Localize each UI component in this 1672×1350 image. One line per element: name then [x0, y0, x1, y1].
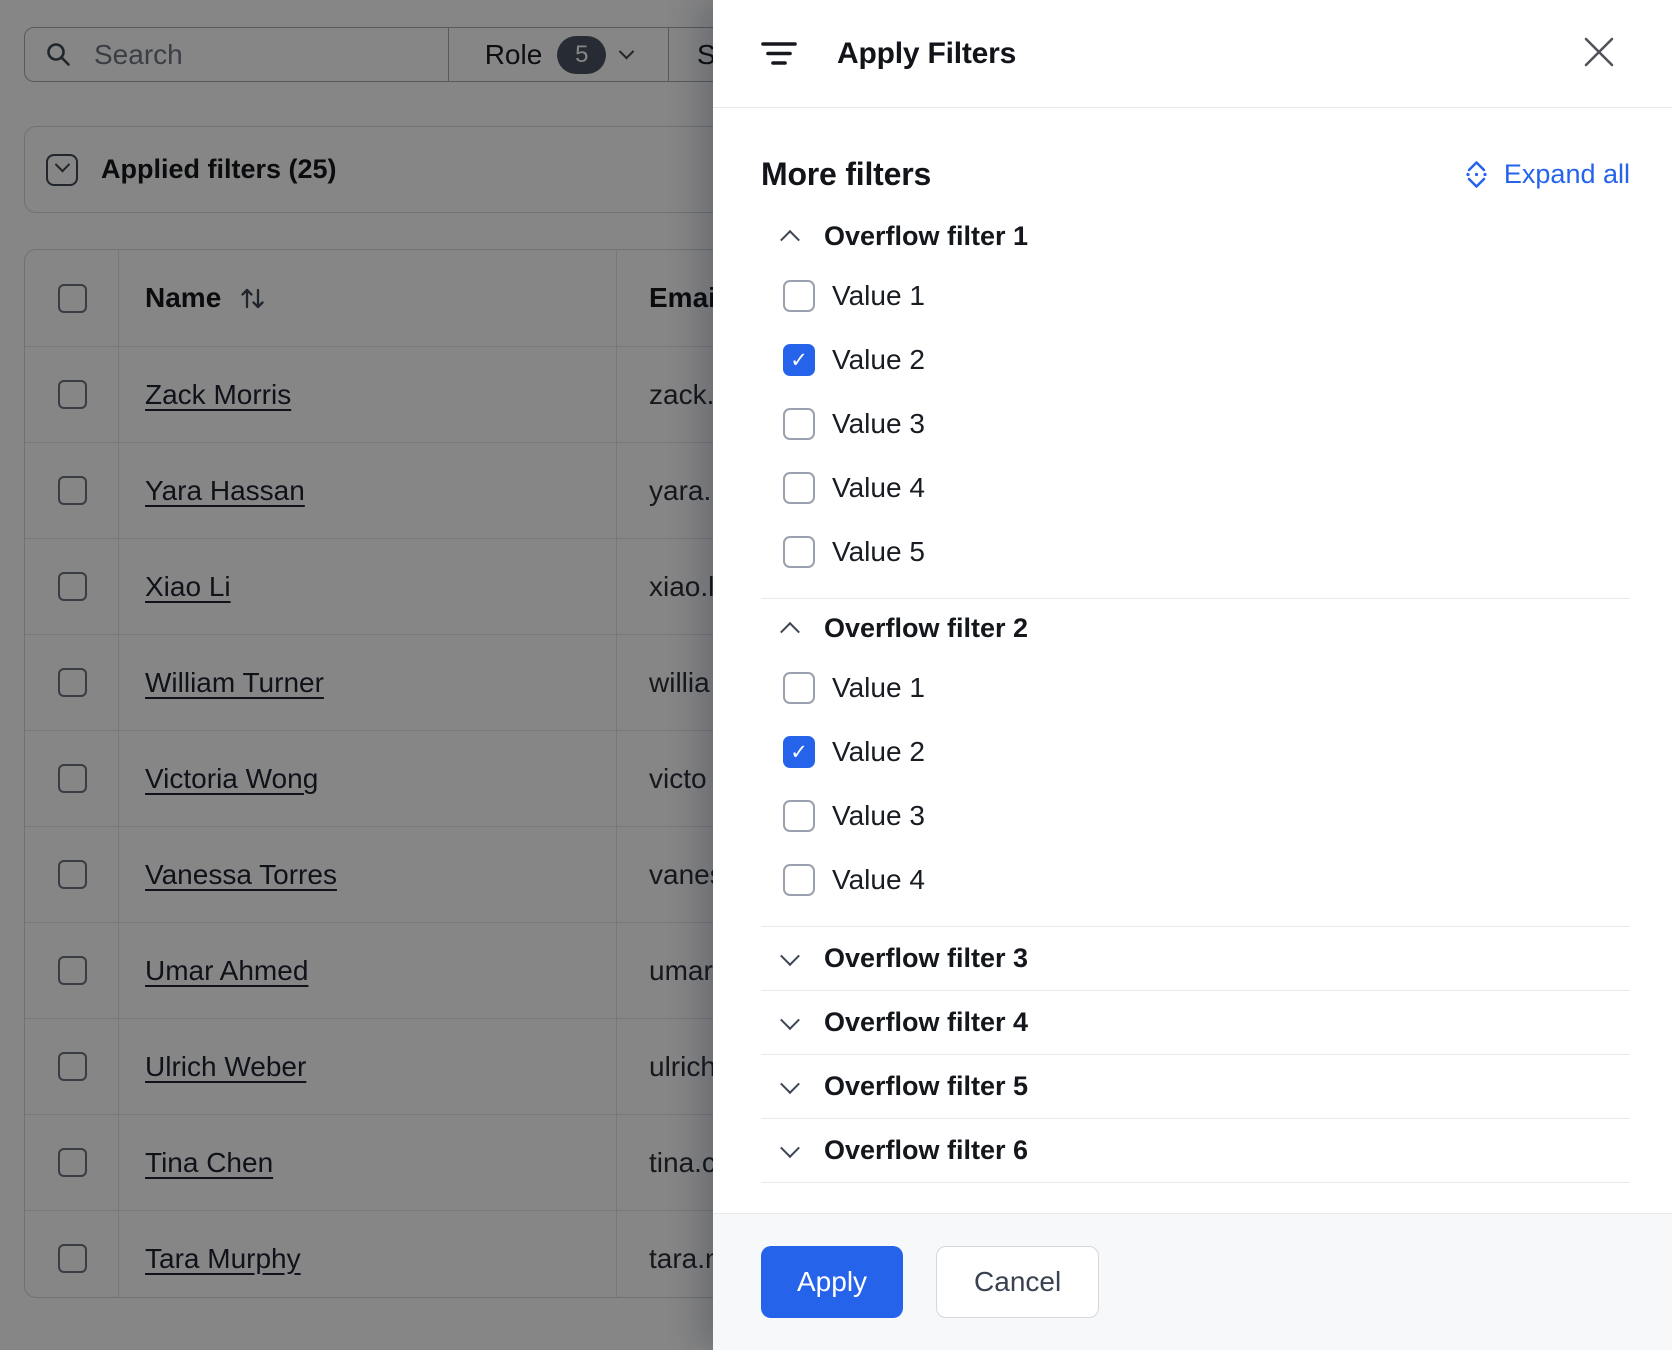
filter-section-label: Overflow filter 1 [824, 221, 1028, 252]
filter-values: Value 1 Value 2 Value 3 Value 4 Value 5 [761, 264, 1630, 598]
value-label: Value 2 [832, 736, 925, 768]
value-label: Value 3 [832, 408, 925, 440]
drawer-header: Apply Filters [713, 0, 1672, 108]
cancel-button[interactable]: Cancel [936, 1246, 1099, 1318]
filter-section: Overflow filter 6 [761, 1119, 1630, 1183]
value-label: Value 1 [832, 672, 925, 704]
value-label: Value 2 [832, 344, 925, 376]
filter-value-row: Value 3 [761, 784, 1630, 848]
value-label: Value 4 [832, 864, 925, 896]
value-label: Value 4 [832, 472, 925, 504]
filter-section: Overflow filter 5 [761, 1055, 1630, 1119]
value-label: Value 1 [832, 280, 925, 312]
checkbox[interactable] [783, 344, 815, 376]
filter-section: Overflow filter 3 [761, 927, 1630, 991]
checkbox[interactable] [783, 536, 815, 568]
filter-section-header[interactable]: Overflow filter 4 [761, 991, 1630, 1054]
filter-section: Overflow filter 4 [761, 991, 1630, 1055]
filter-section-label: Overflow filter 4 [824, 1007, 1028, 1038]
filter-value-row: Value 2 [761, 720, 1630, 784]
chevron-down-icon [780, 1074, 800, 1094]
checkbox[interactable] [783, 408, 815, 440]
filter-section-header[interactable]: Overflow filter 1 [761, 207, 1630, 264]
checkbox[interactable] [783, 472, 815, 504]
filter-section-label: Overflow filter 5 [824, 1071, 1028, 1102]
drawer-body: More filters Expand all [713, 108, 1672, 1213]
filter-value-row: Value 4 [761, 456, 1630, 520]
filter-value-row: Value 5 [761, 520, 1630, 584]
filter-icon [761, 41, 797, 66]
drawer-footer: Apply Cancel [713, 1213, 1672, 1350]
filter-section-header[interactable]: Overflow filter 3 [761, 927, 1630, 990]
checkbox[interactable] [783, 736, 815, 768]
chevron-up-icon [780, 229, 800, 249]
filter-section-label: Overflow filter 3 [824, 943, 1028, 974]
filter-section-header[interactable]: Overflow filter 2 [761, 599, 1630, 656]
more-filters-heading: More filters [761, 156, 931, 193]
filter-sections: Overflow filter 1 Value 1 Value 2 Value … [761, 207, 1630, 1183]
chevron-up-icon [780, 621, 800, 641]
filter-value-row: Value 1 [761, 264, 1630, 328]
close-icon [1583, 36, 1615, 68]
filter-value-row: Value 1 [761, 656, 1630, 720]
filter-section: Overflow filter 2 Value 1 Value 2 Value … [761, 599, 1630, 927]
value-label: Value 3 [832, 800, 925, 832]
screen: Search Role 5 S Applied filters (25) [0, 0, 1672, 1350]
checkbox[interactable] [783, 864, 815, 896]
value-label: Value 5 [832, 536, 925, 568]
checkbox[interactable] [783, 672, 815, 704]
close-button[interactable] [1583, 36, 1615, 68]
chevron-down-icon [780, 946, 800, 966]
filter-section-header[interactable]: Overflow filter 5 [761, 1055, 1630, 1118]
expand-all-button[interactable]: Expand all [1463, 159, 1630, 190]
filter-values: Value 1 Value 2 Value 3 Value 4 [761, 656, 1630, 926]
chevron-down-icon [780, 1138, 800, 1158]
apply-button[interactable]: Apply [761, 1246, 903, 1318]
expand-all-label: Expand all [1504, 159, 1630, 190]
filter-value-row: Value 3 [761, 392, 1630, 456]
filter-section-label: Overflow filter 2 [824, 613, 1028, 644]
checkbox[interactable] [783, 800, 815, 832]
expand-all-icon [1463, 159, 1490, 190]
apply-filters-drawer: Apply Filters More filters [713, 0, 1672, 1350]
filter-value-row: Value 4 [761, 848, 1630, 912]
checkbox[interactable] [783, 280, 815, 312]
filter-section-label: Overflow filter 6 [824, 1135, 1028, 1166]
filter-value-row: Value 2 [761, 328, 1630, 392]
filter-section: Overflow filter 1 Value 1 Value 2 Value … [761, 207, 1630, 599]
chevron-down-icon [780, 1010, 800, 1030]
drawer-title: Apply Filters [837, 37, 1016, 71]
filter-section-header[interactable]: Overflow filter 6 [761, 1119, 1630, 1182]
